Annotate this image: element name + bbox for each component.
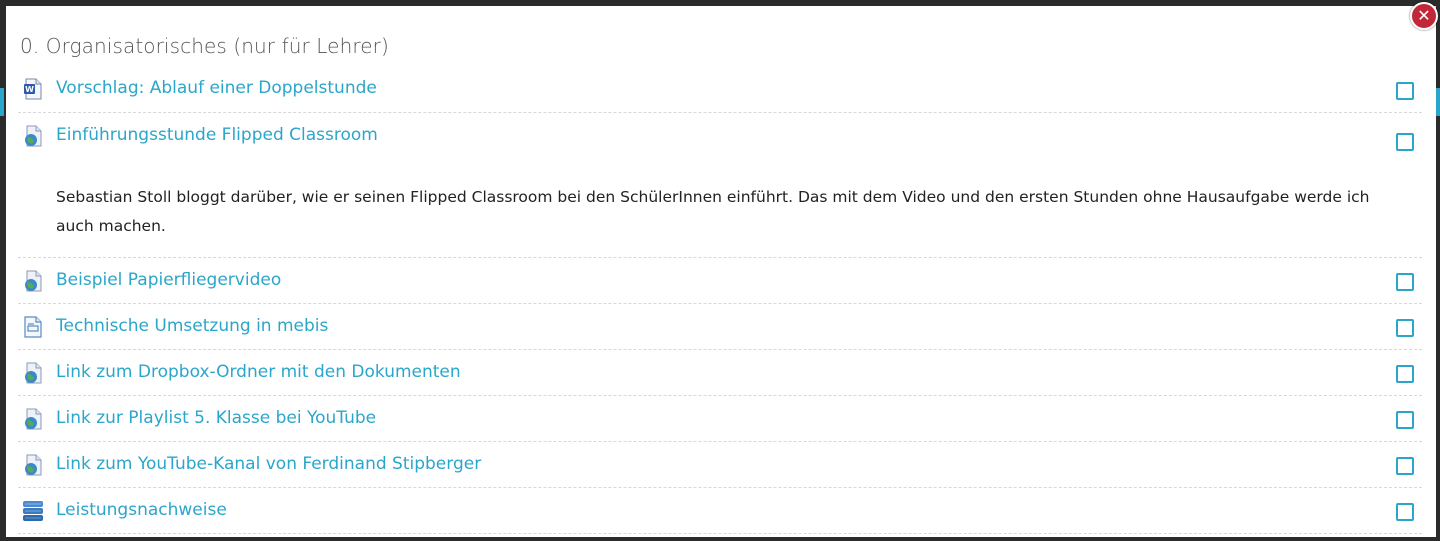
window-right-border: [1436, 0, 1440, 541]
completion-checkbox[interactable]: [1396, 503, 1414, 521]
activity-row: Link zum YouTube-Kanal von Ferdinand Sti…: [18, 442, 1422, 488]
word-document-icon: W: [24, 78, 42, 100]
activity-description: Sebastian Stoll bloggt darüber, wie er s…: [56, 188, 1370, 235]
activity-link[interactable]: Link zum YouTube-Kanal von Ferdinand Sti…: [56, 454, 481, 474]
completion-checkbox[interactable]: [1396, 82, 1414, 100]
url-link-icon: [25, 125, 42, 147]
url-link-icon: [25, 362, 42, 383]
close-icon[interactable]: ✕: [1410, 2, 1438, 30]
accent-bar-right: [1436, 88, 1440, 116]
completion-checkbox[interactable]: [1396, 273, 1414, 291]
url-link-icon: [25, 454, 42, 475]
activity-row: Einführungsstunde Flipped Classroom Seba…: [18, 113, 1422, 258]
course-section-window: ✕ 0. Organisatorisches (nur für Lehrer) …: [0, 0, 1440, 541]
activity-link[interactable]: Link zum Dropbox-Ordner mit den Dokument…: [56, 362, 461, 382]
completion-checkbox[interactable]: [1396, 133, 1414, 151]
section-content: 0. Organisatorisches (nur für Lehrer) W …: [18, 28, 1422, 534]
activity-link[interactable]: Vorschlag: Ablauf einer Doppelstunde: [56, 78, 377, 98]
database-icon: [23, 500, 43, 521]
completion-checkbox[interactable]: [1396, 365, 1414, 383]
activity-row: W Vorschlag: Ablauf einer Doppelstunde: [18, 66, 1422, 113]
completion-checkbox[interactable]: [1396, 457, 1414, 475]
activity-link[interactable]: Beispiel Papierfliegervideo: [56, 270, 281, 290]
url-link-icon: [25, 270, 42, 291]
window-bottom-border: [0, 537, 1440, 541]
activity-link[interactable]: Einführungsstunde Flipped Classroom: [56, 125, 378, 145]
page-icon: [24, 315, 42, 338]
activity-link[interactable]: Link zur Playlist 5. Klasse bei YouTube: [56, 408, 376, 428]
activity-link[interactable]: Leistungsnachweise: [56, 500, 227, 520]
activity-row: Leistungsnachweise: [18, 488, 1422, 534]
completion-checkbox[interactable]: [1396, 411, 1414, 429]
activity-row: Link zum Dropbox-Ordner mit den Dokument…: [18, 350, 1422, 396]
section-title: 0. Organisatorisches (nur für Lehrer): [20, 34, 389, 58]
activity-row: Technische Umsetzung in mebis: [18, 304, 1422, 350]
completion-checkbox[interactable]: [1396, 319, 1414, 337]
activity-link[interactable]: Technische Umsetzung in mebis: [56, 316, 328, 336]
window-left-border: [0, 0, 6, 541]
url-link-icon: [25, 408, 42, 429]
accent-bar-left: [0, 88, 4, 116]
window-top-border: [0, 0, 1440, 6]
activity-row: Link zur Playlist 5. Klasse bei YouTube: [18, 396, 1422, 442]
svg-text:W: W: [25, 85, 34, 94]
activity-row: Beispiel Papierfliegervideo: [18, 258, 1422, 304]
